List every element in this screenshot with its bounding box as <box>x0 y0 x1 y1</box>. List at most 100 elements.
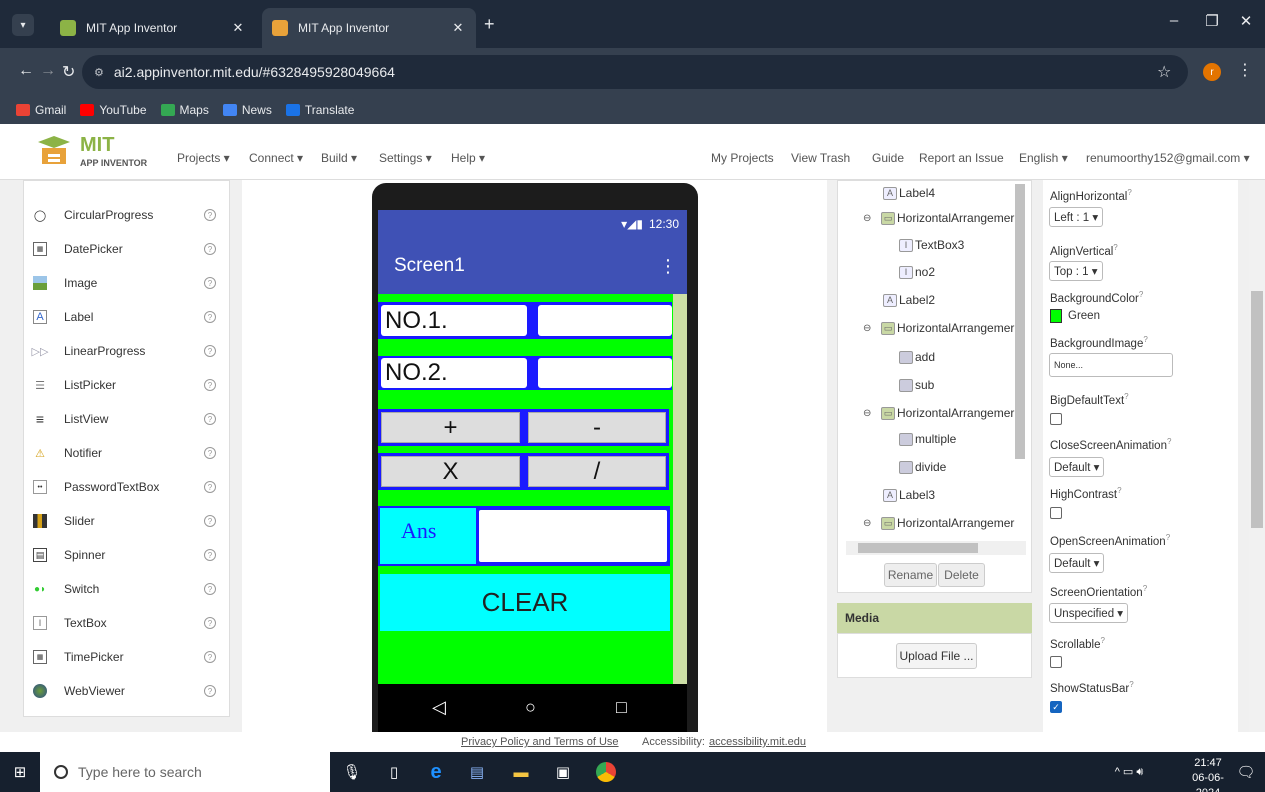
menu-connect[interactable]: Connect ▾ <box>249 151 303 165</box>
minimize-icon[interactable]: – <box>1160 12 1188 29</box>
tree-item-multiple[interactable]: multiple <box>899 432 956 446</box>
menu-help[interactable]: Help ▾ <box>451 151 485 165</box>
scrollable-checkbox[interactable] <box>1050 656 1062 668</box>
ans-label[interactable]: Ans <box>380 508 476 564</box>
add-button[interactable]: + <box>381 412 520 443</box>
high-contrast-checkbox[interactable] <box>1050 507 1062 519</box>
task-view-icon[interactable]: ▯ <box>384 762 404 782</box>
help-icon[interactable]: ? <box>1101 636 1105 645</box>
no2-label[interactable]: NO.2. <box>381 358 527 388</box>
tree-horizontal-scrollbar[interactable] <box>846 541 1026 555</box>
align-vertical-select[interactable]: Top : 1 ▾ <box>1049 261 1103 281</box>
help-icon[interactable]: ? <box>204 243 216 255</box>
help-icon[interactable]: ? <box>204 277 216 289</box>
tree-item-label4[interactable]: A Label4 <box>883 186 935 200</box>
background-image-picker[interactable]: None... <box>1049 353 1173 377</box>
help-icon[interactable]: ? <box>1127 188 1131 197</box>
menu-build[interactable]: Build ▾ <box>321 151 357 165</box>
bookmark-news[interactable]: News <box>222 103 272 117</box>
tree-item-horizontal-arrangement[interactable]: ⊖ ▭ HorizontalArrangemer <box>863 211 1014 225</box>
palette-item-timepicker[interactable]: ▦ TimePicker? <box>24 640 229 674</box>
link-view-trash[interactable]: View Trash <box>791 151 850 165</box>
taskbar-app-icon[interactable]: ▤ <box>467 762 487 782</box>
help-icon[interactable]: ? <box>204 413 216 425</box>
help-icon[interactable]: ? <box>204 447 216 459</box>
palette-item-passwordtextbox[interactable]: •• PasswordTextBox? <box>24 470 229 504</box>
palette-item-datepicker[interactable]: ▦ DatePicker? <box>24 232 229 266</box>
help-icon[interactable]: ? <box>204 685 216 697</box>
help-icon[interactable]: ? <box>1117 486 1121 495</box>
palette-item-textbox[interactable]: I TextBox? <box>24 606 229 640</box>
system-tray-icons[interactable]: ^ ▭ 🔊︎ <box>1094 762 1164 782</box>
tree-item-add[interactable]: add <box>899 350 935 364</box>
answer-textbox[interactable] <box>479 510 667 562</box>
no1-textbox[interactable] <box>538 305 672 336</box>
help-icon[interactable]: ? <box>1129 680 1133 689</box>
bookmark-gmail[interactable]: Gmail <box>16 103 66 117</box>
no1-label[interactable]: NO.1. <box>381 305 527 336</box>
accessibility-link[interactable]: accessibility.mit.edu <box>709 736 806 748</box>
tree-item-horizontal-arrangement[interactable]: ⊖ ▭ HorizontalArrangemer <box>863 406 1014 420</box>
help-icon[interactable]: ? <box>1166 533 1170 542</box>
palette-item-circularprogress[interactable]: ◯ CircularProgress? <box>24 198 229 232</box>
link-report-issue[interactable]: Report an Issue <box>919 151 1004 165</box>
tree-item-label3[interactable]: A Label3 <box>883 488 935 502</box>
tree-item-label2[interactable]: A Label2 <box>883 293 935 307</box>
tree-item-horizontal-arrangement[interactable]: ⊖ ▭ HorizontalArrangemer <box>863 516 1014 530</box>
help-icon[interactable]: ? <box>204 583 216 595</box>
edge-icon[interactable]: e <box>426 761 446 783</box>
forward-icon[interactable]: → <box>40 62 56 80</box>
help-icon[interactable]: ? <box>1124 392 1128 401</box>
tab-search-icon[interactable]: ▾ <box>12 14 34 36</box>
scrollbar-thumb[interactable] <box>1251 291 1263 528</box>
bookmark-translate[interactable]: Translate <box>285 103 354 117</box>
microphone-icon[interactable]: 🎙︎ <box>342 762 362 782</box>
address-bar[interactable]: ⚙ ai2.appinventor.mit.edu/#6328495928049… <box>82 55 1188 89</box>
screen-orientation-select[interactable]: Unspecified ▾ <box>1049 603 1129 623</box>
browser-tab-2[interactable]: MIT App Inventor ✕ <box>262 8 476 48</box>
browser-tab-1[interactable]: MIT App Inventor ✕ <box>50 8 256 48</box>
help-icon[interactable]: ? <box>204 651 216 663</box>
help-icon[interactable]: ? <box>204 209 216 221</box>
tree-item-divide[interactable]: divide <box>899 460 946 474</box>
site-info-icon[interactable]: ⚙ <box>94 66 104 79</box>
tab-close-icon[interactable]: ✕ <box>230 20 246 36</box>
help-icon[interactable]: ? <box>1143 335 1147 344</box>
palette-item-switch[interactable]: ●◗ Switch? <box>24 572 229 606</box>
close-screen-animation-select[interactable]: Default ▾ <box>1049 457 1105 477</box>
help-icon[interactable]: ? <box>204 379 216 391</box>
help-icon[interactable]: ? <box>204 617 216 629</box>
notifications-icon[interactable]: 🗨︎ <box>1236 762 1256 782</box>
link-guide[interactable]: Guide <box>872 151 904 165</box>
help-icon[interactable]: ? <box>204 481 216 493</box>
browser-menu-icon[interactable]: ⋮ <box>1237 60 1253 80</box>
upload-file-button[interactable]: Upload File ... <box>896 643 977 669</box>
subtract-button[interactable]: - <box>528 412 666 443</box>
tree-item-textbox3[interactable]: I TextBox3 <box>899 238 964 252</box>
palette-item-linearprogress[interactable]: ▷▷ LinearProgress? <box>24 334 229 368</box>
store-icon[interactable]: ▣ <box>553 762 573 782</box>
delete-button[interactable]: Delete <box>938 563 985 587</box>
close-window-icon[interactable]: ✕ <box>1232 12 1260 30</box>
palette-item-listview[interactable]: ≡ ListView? <box>24 402 229 436</box>
collapse-icon[interactable]: ⊖ <box>863 213 875 224</box>
multiply-button[interactable]: X <box>381 456 520 487</box>
help-icon[interactable]: ? <box>1167 437 1171 446</box>
rename-button[interactable]: Rename <box>884 563 937 587</box>
menu-settings[interactable]: Settings ▾ <box>379 151 432 165</box>
help-icon[interactable]: ? <box>1139 290 1143 299</box>
profile-avatar[interactable]: r <box>1203 63 1221 81</box>
chrome-icon[interactable] <box>596 762 616 782</box>
tab-close-icon[interactable]: ✕ <box>450 20 466 36</box>
palette-item-label[interactable]: A Label? <box>24 300 229 334</box>
language-selector[interactable]: English ▾ <box>1019 151 1068 165</box>
no2-textbox[interactable] <box>538 358 672 388</box>
big-default-text-checkbox[interactable] <box>1050 413 1062 425</box>
restore-icon[interactable]: ❐ <box>1198 12 1226 30</box>
collapse-icon[interactable]: ⊖ <box>863 408 875 419</box>
help-icon[interactable]: ? <box>204 549 216 561</box>
tree-item-no2[interactable]: Ino2 <box>899 265 935 279</box>
clear-button[interactable]: CLEAR <box>380 574 670 631</box>
new-tab-icon[interactable]: + <box>484 14 495 35</box>
tree-vertical-scrollbar[interactable] <box>1015 184 1025 459</box>
